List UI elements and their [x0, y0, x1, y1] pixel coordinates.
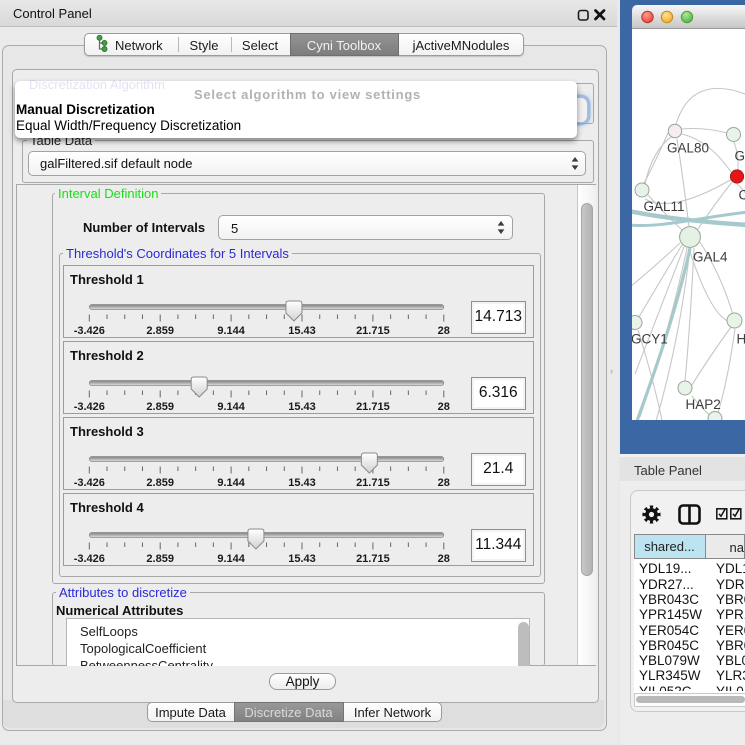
svg-text:GCY1: GCY1	[632, 331, 668, 346]
svg-text:HA: HA	[736, 331, 745, 346]
svg-text:GAL80: GAL80	[667, 140, 709, 155]
svg-text:GAL4: GAL4	[693, 249, 728, 264]
svg-text:GAL11: GAL11	[643, 199, 684, 214]
svg-text:GAL...: GAL...	[734, 148, 745, 163]
svg-text:C...: C...	[738, 187, 745, 202]
svg-text:HAP2: HAP2	[685, 397, 720, 412]
